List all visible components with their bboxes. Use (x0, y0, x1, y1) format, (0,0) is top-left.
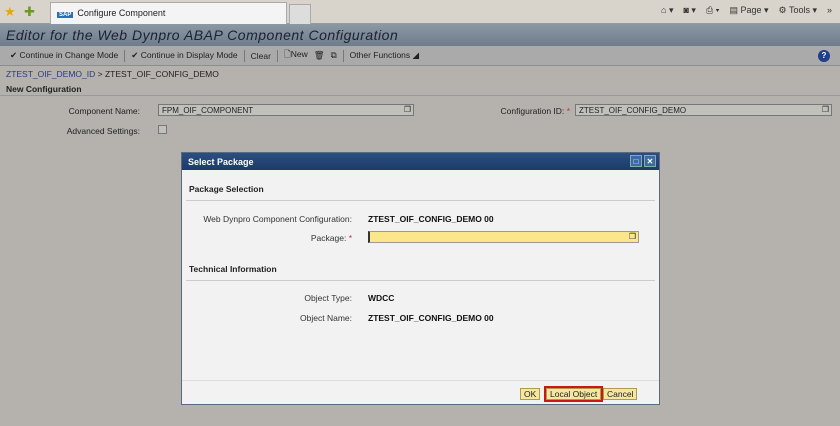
dialog-title: Select Package (188, 157, 254, 167)
change-mode-button[interactable]: ✔ Continue in Change Mode (10, 50, 118, 61)
browser-tab[interactable]: SAP Configure Component (50, 2, 287, 24)
local-object-button[interactable]: Local Object (543, 386, 604, 402)
check-icon: ✔ (10, 50, 18, 60)
other-functions-label: Other Functions (349, 50, 411, 60)
object-name-label: Object Name: (300, 313, 352, 323)
divider (276, 49, 278, 62)
value-help-icon[interactable]: ❐ (629, 232, 636, 241)
page-label: Page (740, 5, 762, 15)
advanced-settings-checkbox[interactable] (158, 125, 167, 134)
sap-logo-icon: SAP (57, 12, 74, 18)
maximize-icon[interactable]: □ (630, 155, 642, 167)
configuration-id-value: ZTEST_OIF_CONFIG_DEMO (579, 106, 687, 115)
package-input[interactable]: ❐ (368, 231, 639, 243)
component-name-value: FPM_OIF_COMPONENT (162, 106, 254, 115)
section-title: New Configuration (0, 82, 840, 96)
new-document-icon: 🗋 (283, 48, 291, 59)
breadcrumb-separator: > (97, 69, 103, 79)
configuration-id-input[interactable]: ZTEST_OIF_CONFIG_DEMO ❐ (575, 104, 832, 116)
delete-icon[interactable]: 🗑 (314, 50, 325, 61)
dialog-header: Select Package □ ✕ (182, 153, 659, 170)
required-marker: * (566, 106, 570, 116)
change-mode-label: Continue in Change Mode (19, 50, 119, 60)
tools-label: Tools (788, 5, 810, 15)
more-icon[interactable]: » (827, 5, 832, 16)
divider (124, 49, 126, 62)
display-mode-label: Continue in Display Mode (140, 50, 238, 60)
package-label: Package: * (182, 233, 352, 243)
value-help-icon[interactable]: ❐ (822, 105, 829, 114)
feeds-icon[interactable]: ◙ ▾ (684, 5, 696, 16)
divider (342, 49, 344, 62)
breadcrumb: ZTEST_OIF_DEMO_ID > ZTEST_OIF_CONFIG_DEM… (0, 66, 840, 82)
configuration-id-label: Configuration ID: * (460, 106, 570, 116)
check-icon: ✔ (131, 50, 139, 60)
divider (243, 49, 245, 62)
command-bar: ⌂ ▾ ◙ ▾ ⎙ ▾ ▤ Page ▾ ⚙ Tools ▾ » (661, 5, 832, 16)
print-icon[interactable]: ⎙ ▾ (706, 5, 719, 16)
value-help-icon[interactable]: ❐ (404, 105, 411, 114)
tab-title: Configure Component (77, 8, 166, 18)
select-package-dialog: Select Package □ ✕ Package Selection Web … (181, 152, 660, 405)
favorites-star-icon[interactable]: ★ (4, 4, 16, 20)
breadcrumb-link[interactable]: ZTEST_OIF_DEMO_ID (6, 69, 95, 79)
copy-icon[interactable]: ⧉ (331, 50, 337, 61)
cancel-button[interactable]: Cancel (603, 388, 638, 400)
object-type-label: Object Type: (304, 293, 352, 303)
add-favorites-icon[interactable]: ✚ (24, 4, 35, 20)
display-mode-button[interactable]: ✔ Continue in Display Mode (131, 50, 237, 61)
clear-button[interactable]: Clear (251, 51, 271, 61)
package-selection-heading: Package Selection (189, 184, 264, 194)
object-name-value: ZTEST_OIF_CONFIG_DEMO 00 (368, 313, 494, 323)
new-tab-button[interactable] (289, 4, 311, 24)
tools-menu[interactable]: ⚙ Tools ▾ (779, 5, 817, 16)
browser-bar: ★ ✚ SAP Configure Component ⌂ ▾ ◙ ▾ ⎙ ▾ ▤… (0, 0, 840, 24)
component-name-label: Component Name: (68, 106, 140, 116)
divider (186, 200, 655, 201)
divider (186, 280, 655, 281)
home-icon[interactable]: ⌂ ▾ (661, 5, 673, 16)
page-title: Editor for the Web Dynpro ABAP Component… (0, 24, 840, 46)
required-marker: * (348, 233, 352, 243)
technical-information-heading: Technical Information (189, 264, 277, 274)
config-label-text: Configuration ID: (500, 106, 565, 116)
wdcc-value: ZTEST_OIF_CONFIG_DEMO 00 (368, 214, 494, 224)
wdcc-label: Web Dynpro Component Configuration: (203, 214, 352, 224)
component-name-input[interactable]: FPM_OIF_COMPONENT ❐ (158, 104, 414, 116)
other-functions-menu[interactable]: Other Functions ◢ (350, 50, 419, 61)
page-menu[interactable]: ▤ Page ▾ (729, 5, 768, 16)
advanced-settings-label: Advanced Settings: (66, 126, 140, 136)
object-type-value: WDCC (368, 293, 395, 303)
help-icon[interactable]: ? (818, 50, 830, 62)
toolbar: ✔ Continue in Change Mode ✔ Continue in … (0, 46, 840, 66)
package-label-text: Package: (310, 233, 347, 243)
ok-button[interactable]: OK (520, 388, 541, 400)
close-icon[interactable]: ✕ (644, 155, 656, 167)
breadcrumb-current: ZTEST_OIF_CONFIG_DEMO (104, 69, 219, 79)
new-button[interactable]: 🗋New (284, 49, 308, 63)
new-label: New (290, 48, 308, 59)
